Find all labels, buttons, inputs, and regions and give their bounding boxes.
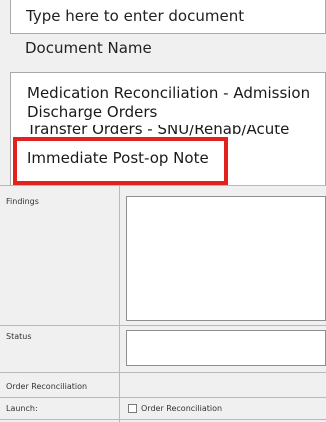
document-list-item-discharge-orders[interactable]: Discharge Orders	[27, 102, 157, 122]
document-list-item-medication-reconciliation-admission[interactable]: Medication Reconciliation - Admission	[27, 83, 310, 103]
document-list-item-transfer-orders[interactable]: Transfer Orders - SNU/Rehab/Acute	[27, 125, 289, 139]
status-textarea[interactable]	[126, 330, 326, 366]
launch-label: Launch:	[6, 404, 38, 413]
form-column-divider	[119, 185, 120, 422]
status-label: Status	[6, 332, 32, 341]
form-divider-launch-top	[0, 397, 326, 398]
document-form: Findings Status Order Reconciliation Lau…	[0, 185, 326, 422]
document-picker-panel: Type here to enter document Document Nam…	[0, 0, 326, 185]
order-reconciliation-checkbox[interactable]	[128, 404, 137, 413]
highlight-box	[13, 137, 228, 185]
document-search-input[interactable]: Type here to enter document	[10, 0, 326, 34]
findings-label: Findings	[6, 197, 39, 206]
form-divider-bottom	[0, 419, 326, 420]
form-divider-status-bottom	[0, 372, 326, 373]
document-search-placeholder: Type here to enter document	[26, 7, 245, 25]
form-divider-top	[0, 185, 326, 186]
form-divider-findings-bottom	[0, 325, 326, 326]
order-reconciliation-label: Order Reconciliation	[6, 382, 88, 391]
order-reconciliation-checkbox-label[interactable]: Order Reconciliation	[141, 404, 222, 414]
findings-textarea[interactable]	[126, 196, 326, 321]
document-name-label: Document Name	[25, 39, 152, 57]
